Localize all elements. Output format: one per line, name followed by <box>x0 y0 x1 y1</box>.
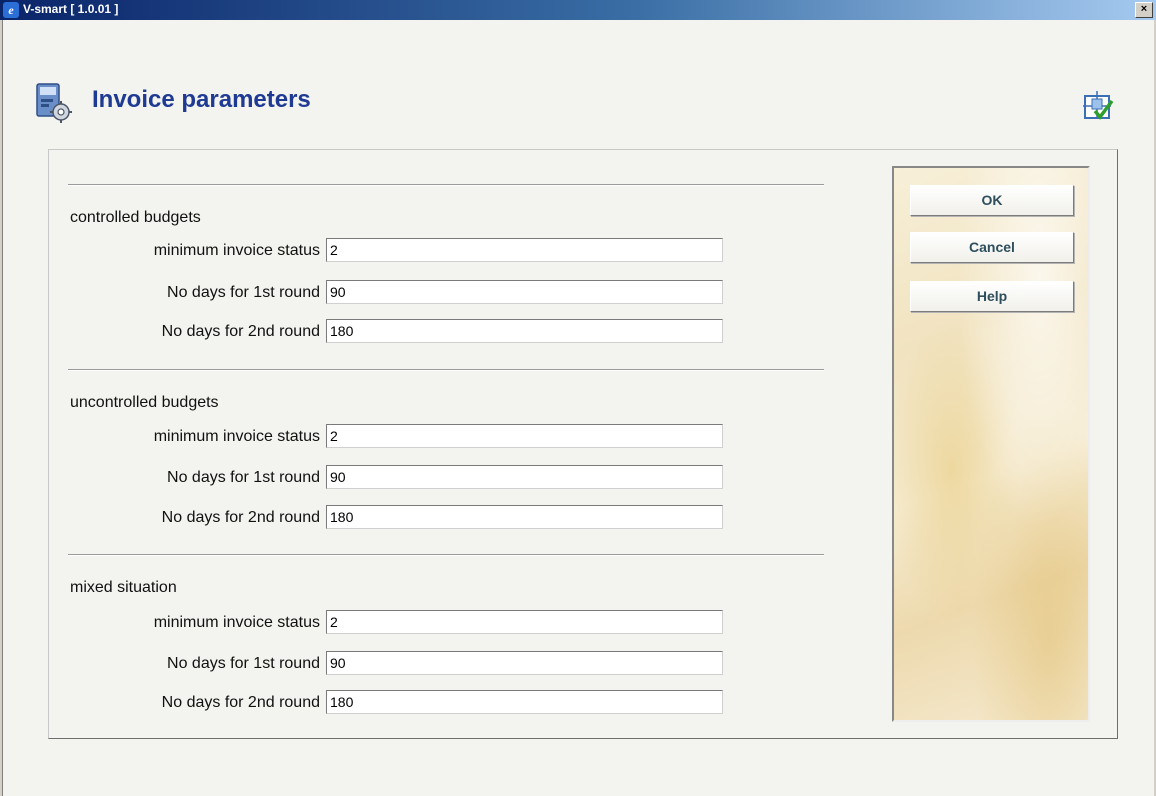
mixed-min-invoice-status-input[interactable] <box>326 610 723 634</box>
field-label: minimum invoice status <box>153 614 320 631</box>
field-label: No days for 2nd round <box>161 509 320 526</box>
parameters-icon <box>36 83 72 123</box>
uncontrolled-min-invoice-status-input[interactable] <box>326 424 723 448</box>
field-label: minimum invoice status <box>153 242 320 259</box>
page-title: Invoice parameters <box>92 86 311 113</box>
mixed-days-2nd-round-input[interactable] <box>326 690 723 714</box>
ok-button[interactable]: OK <box>910 185 1074 216</box>
window-frame-left <box>0 20 3 796</box>
window-titlebar: e V-smart [ 1.0.01 ] × <box>0 0 1156 20</box>
section-label-controlled: controlled budgets <box>70 209 201 226</box>
controlled-days-2nd-round-input[interactable] <box>326 319 723 343</box>
button-panel: OK Cancel Help <box>892 166 1090 722</box>
uncontrolled-days-2nd-round-input[interactable] <box>326 505 723 529</box>
field-label: No days for 1st round <box>167 469 320 486</box>
controlled-min-invoice-status-input[interactable] <box>326 238 723 262</box>
field-label: No days for 2nd round <box>161 694 320 711</box>
close-button[interactable]: × <box>1135 2 1153 18</box>
uncontrolled-days-1st-round-input[interactable] <box>326 465 723 489</box>
field-label: minimum invoice status <box>153 428 320 445</box>
section-label-mixed: mixed situation <box>70 579 177 596</box>
section-divider <box>68 369 824 371</box>
section-divider <box>68 184 824 186</box>
controlled-days-1st-round-input[interactable] <box>326 280 723 304</box>
ie-icon: e <box>3 2 19 18</box>
section-divider <box>68 554 824 556</box>
help-link-icon[interactable] <box>1081 89 1115 123</box>
section-label-uncontrolled: uncontrolled budgets <box>70 394 219 411</box>
help-button[interactable]: Help <box>910 281 1074 312</box>
mixed-days-1st-round-input[interactable] <box>326 651 723 675</box>
window-title: V-smart [ 1.0.01 ] <box>23 2 119 16</box>
cancel-button[interactable]: Cancel <box>910 232 1074 263</box>
field-label: No days for 1st round <box>167 655 320 672</box>
field-label: No days for 1st round <box>167 284 320 301</box>
field-label: No days for 2nd round <box>161 323 320 340</box>
